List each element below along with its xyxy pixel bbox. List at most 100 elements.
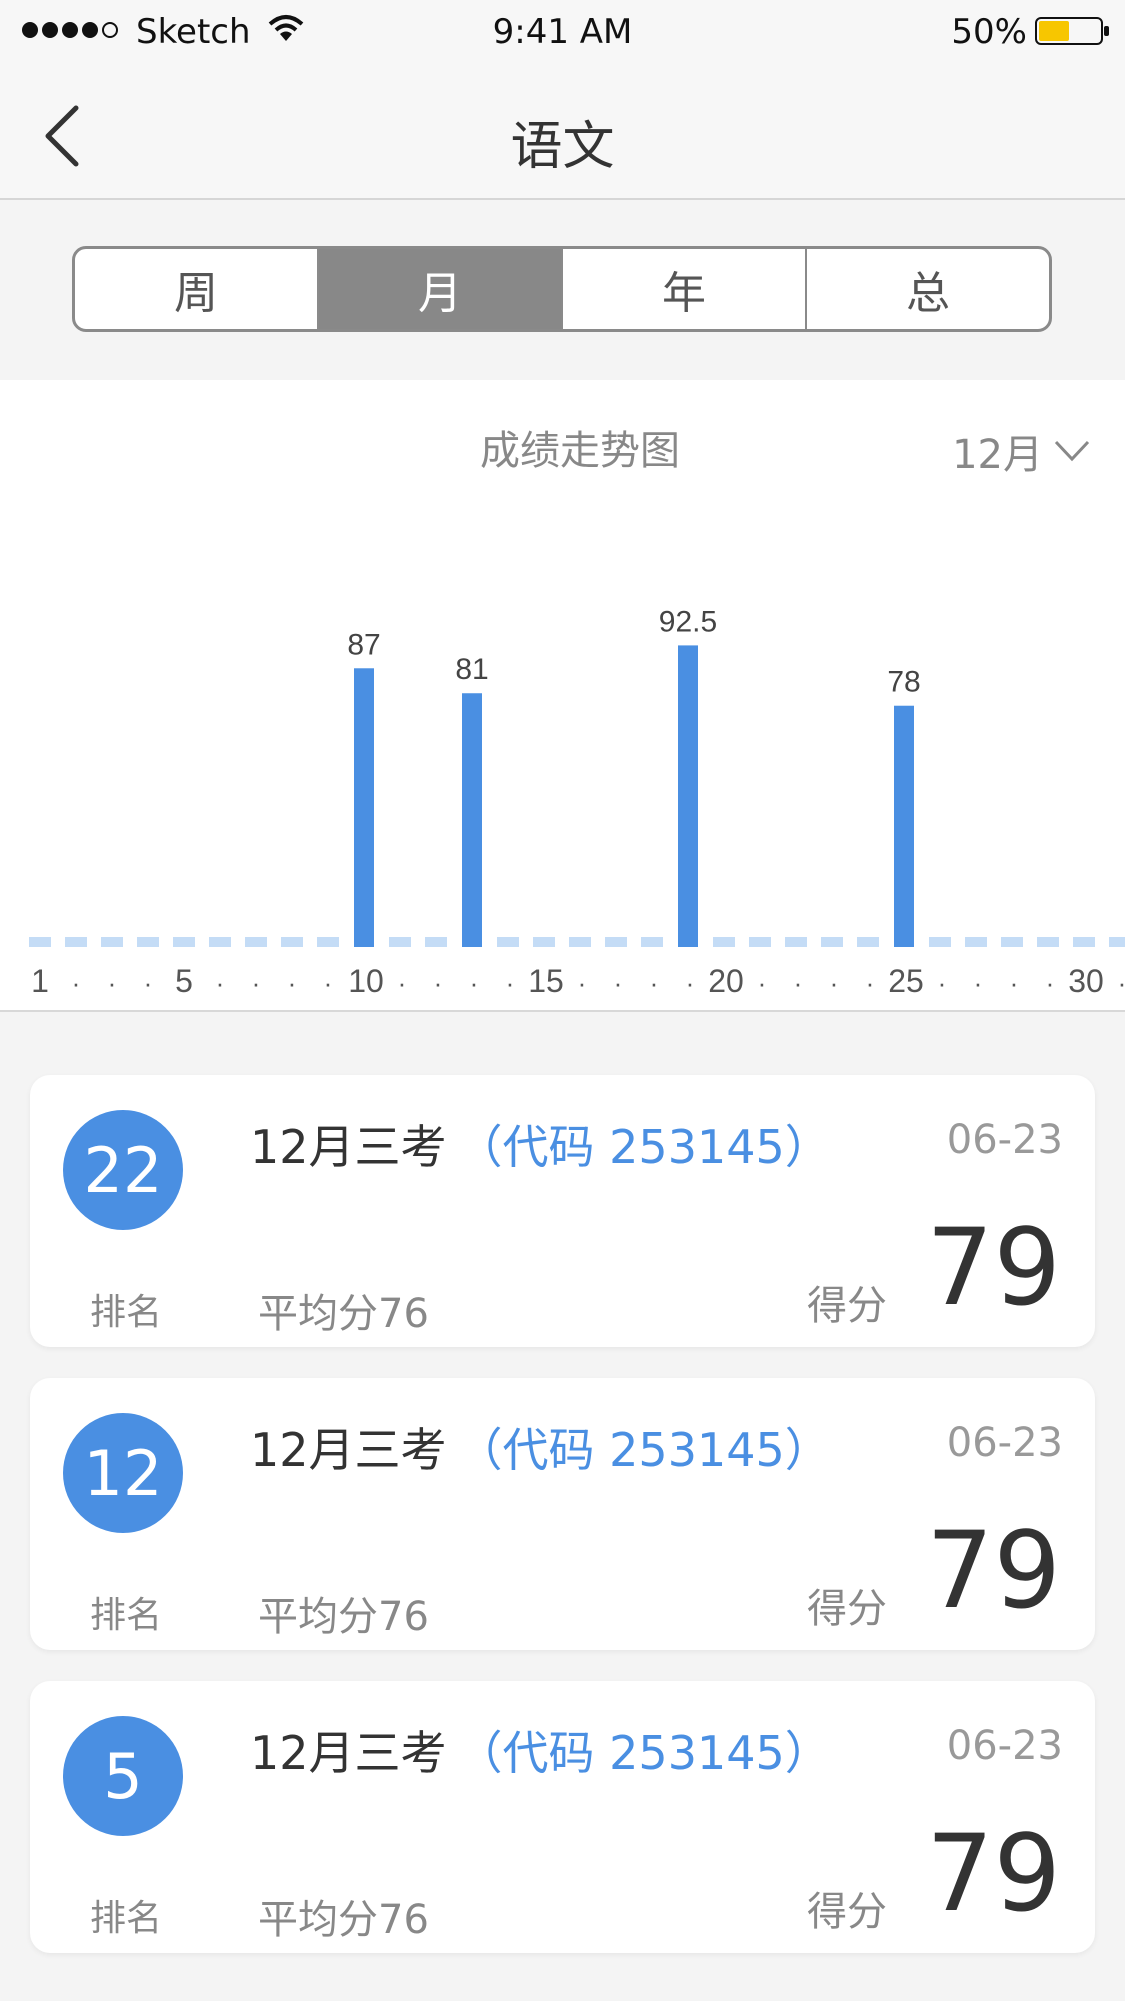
exam-title: 12月三考 （代码 253145） <box>250 1414 831 1480</box>
segment-total[interactable]: 总 <box>807 249 1049 329</box>
chart-bar <box>894 705 914 947</box>
x-tick-dot: · <box>650 968 659 998</box>
month-selector-label: 12月 <box>952 432 1043 478</box>
x-tick-label: 10 <box>348 963 384 999</box>
exam-code: （代码 253145） <box>456 1423 831 1477</box>
baseline-dash <box>245 937 267 947</box>
x-tick-dot: · <box>758 968 767 998</box>
baseline-dash <box>209 937 231 947</box>
baseline-dash <box>29 937 51 947</box>
x-tick-dot: · <box>1118 968 1125 998</box>
month-selector[interactable]: 12月 <box>952 422 1091 480</box>
segment-month[interactable]: 月 <box>319 249 563 329</box>
status-bar: Sketch 9:41 AM 50% <box>0 0 1125 66</box>
x-tick-dot: · <box>72 968 81 998</box>
x-tick-dot: · <box>686 968 695 998</box>
exam-code: （代码 253145） <box>456 1726 831 1780</box>
baseline-dash <box>281 937 303 947</box>
x-tick-dot: · <box>470 968 479 998</box>
x-tick-label: 1 <box>31 963 49 999</box>
baseline-dash <box>173 937 195 947</box>
baseline-dash <box>821 937 843 947</box>
x-tick-label: 30 <box>1068 963 1104 999</box>
x-tick-dot: · <box>614 968 623 998</box>
average-score: 平均分76 <box>258 1291 429 1337</box>
x-tick-dot: · <box>252 968 261 998</box>
bar-value-label: 81 <box>455 653 488 686</box>
rank-badge: 22 <box>63 1110 183 1230</box>
x-tick-dot: · <box>1010 968 1019 998</box>
baseline-dash <box>533 937 555 947</box>
score-label: 得分 <box>807 1283 887 1329</box>
segment-year[interactable]: 年 <box>563 249 807 329</box>
rank-label: 排名 <box>90 1595 163 1636</box>
battery-percentage: 50% <box>951 12 1027 52</box>
baseline-dash <box>749 937 771 947</box>
baseline-dash <box>713 937 735 947</box>
x-tick-dot: · <box>506 968 515 998</box>
baseline-dash <box>1109 937 1125 947</box>
exam-title: 12月三考 （代码 253145） <box>250 1717 831 1783</box>
navigation-bar: 语文 <box>0 66 1125 200</box>
x-tick-label: 5 <box>175 963 193 999</box>
rank-badge: 12 <box>63 1413 183 1533</box>
period-segmented-control: 周 月 年 总 <box>72 246 1052 332</box>
baseline-dash <box>1037 937 1059 947</box>
exam-name: 12月三考 <box>250 1120 447 1174</box>
baseline-dash <box>785 937 807 947</box>
exam-name: 12月三考 <box>250 1423 447 1477</box>
segment-week[interactable]: 周 <box>75 249 319 329</box>
baseline-dash <box>605 937 627 947</box>
baseline-dash <box>317 937 339 947</box>
exam-record-card[interactable]: 12 排名 12月三考 （代码 253145） 06-23 平均分76 得分 79 <box>30 1378 1095 1650</box>
rank-label: 排名 <box>90 1292 163 1333</box>
rank-badge: 5 <box>63 1716 183 1836</box>
score-value: 79 <box>926 1206 1061 1329</box>
baseline-dash <box>641 937 663 947</box>
bar-value-label: 87 <box>347 628 380 661</box>
x-tick-dot: · <box>398 968 407 998</box>
baseline-dash <box>425 937 447 947</box>
x-tick-dot: · <box>866 968 875 998</box>
average-score: 平均分76 <box>258 1594 429 1640</box>
x-tick-dot: · <box>324 968 333 998</box>
x-tick-dot: · <box>216 968 225 998</box>
baseline-dash <box>569 937 591 947</box>
exam-code: （代码 253145） <box>456 1120 831 1174</box>
x-tick-dot: · <box>144 968 153 998</box>
baseline-dash <box>137 937 159 947</box>
baseline-dash <box>1001 937 1023 947</box>
exam-date: 06-23 <box>946 1723 1063 1769</box>
bar-value-label: 78 <box>887 666 920 699</box>
exam-record-card[interactable]: 22 排名 12月三考 （代码 253145） 06-23 平均分76 得分 79 <box>30 1075 1095 1347</box>
x-tick-label: 20 <box>708 963 744 999</box>
baseline-dash <box>965 937 987 947</box>
exam-record-card[interactable]: 5 排名 12月三考 （代码 253145） 06-23 平均分76 得分 79 <box>30 1681 1095 1953</box>
baseline-dash <box>497 937 519 947</box>
score-value: 79 <box>926 1509 1061 1632</box>
x-tick-dot: · <box>434 968 443 998</box>
x-tick-dot: · <box>794 968 803 998</box>
battery-icon <box>1035 17 1109 45</box>
x-tick-dot: · <box>1046 968 1055 998</box>
x-tick-dot: · <box>108 968 117 998</box>
rank-label: 排名 <box>90 1898 163 1939</box>
chevron-down-icon <box>1054 440 1090 462</box>
exam-date: 06-23 <box>946 1420 1063 1466</box>
score-label: 得分 <box>807 1586 887 1632</box>
baseline-dash <box>857 937 879 947</box>
x-tick-dot: · <box>288 968 297 998</box>
baseline-dash <box>1073 937 1095 947</box>
exam-date: 06-23 <box>946 1117 1063 1163</box>
score-label: 得分 <box>807 1889 887 1935</box>
exam-name: 12月三考 <box>250 1726 447 1780</box>
x-tick-dot: · <box>578 968 587 998</box>
page-title: 语文 <box>510 117 615 177</box>
baseline-dash <box>101 937 123 947</box>
score-trend-panel: 87 81 92.5 78 1 · · · 5 · · · · 10 · · · · 15 · · · · 20 · · · · 25 ·… <box>0 380 1125 1012</box>
baseline-dash <box>929 937 951 947</box>
chart-bar <box>678 645 698 947</box>
chart-bar <box>462 693 482 947</box>
x-tick-dot: · <box>938 968 947 998</box>
exam-title: 12月三考 （代码 253145） <box>250 1111 831 1177</box>
